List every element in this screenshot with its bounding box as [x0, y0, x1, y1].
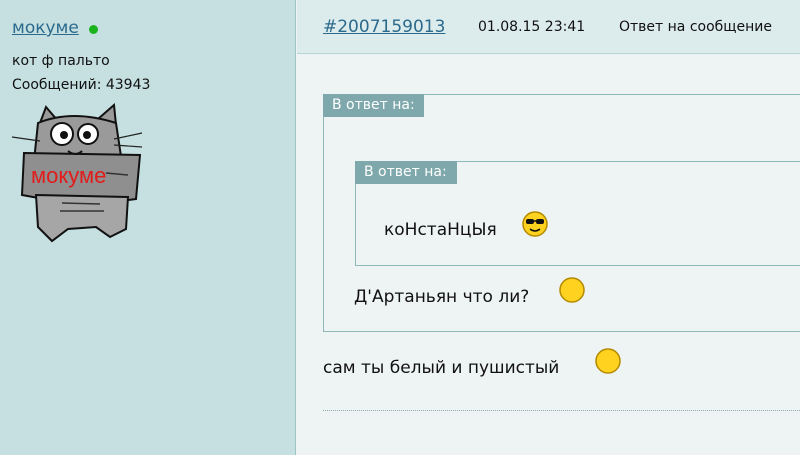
avatar-text: мокуме [31, 163, 106, 188]
post-divider [323, 410, 800, 411]
user-row: мокуме [12, 18, 98, 38]
post-id-link[interactable]: #2007159013 [323, 17, 445, 37]
user-title: кот ф пальто [12, 53, 110, 69]
quote-label: В ответ на: [355, 161, 457, 184]
post-body-text: сам ты белый и пушистый [323, 358, 560, 378]
username-link[interactable]: мокуме [12, 18, 79, 38]
post-date: 01.08.15 23:41 [478, 19, 586, 35]
user-sidebar: мокуме кот ф пальто Сообщений: 43943 мок… [0, 0, 296, 455]
post-header: #2007159013 01.08.15 23:41 Ответ на сооб… [297, 0, 800, 54]
quote-inner: В ответ на: [355, 161, 800, 266]
yellow-smiley-icon [595, 348, 621, 374]
inner-quote-text: коНстаНцЫя [384, 220, 497, 240]
reply-to-link[interactable]: Ответ на сообщение [619, 19, 772, 35]
outer-quote-text: Д'Артаньян что ли? [354, 287, 530, 307]
quote-label: В ответ на: [323, 94, 424, 117]
online-status-icon [88, 24, 98, 34]
user-post-count: Сообщений: 43943 [12, 77, 151, 93]
avatar[interactable]: мокуме [10, 103, 145, 245]
sunglasses-smiley-icon [522, 211, 548, 237]
yellow-smiley-icon [559, 277, 585, 303]
